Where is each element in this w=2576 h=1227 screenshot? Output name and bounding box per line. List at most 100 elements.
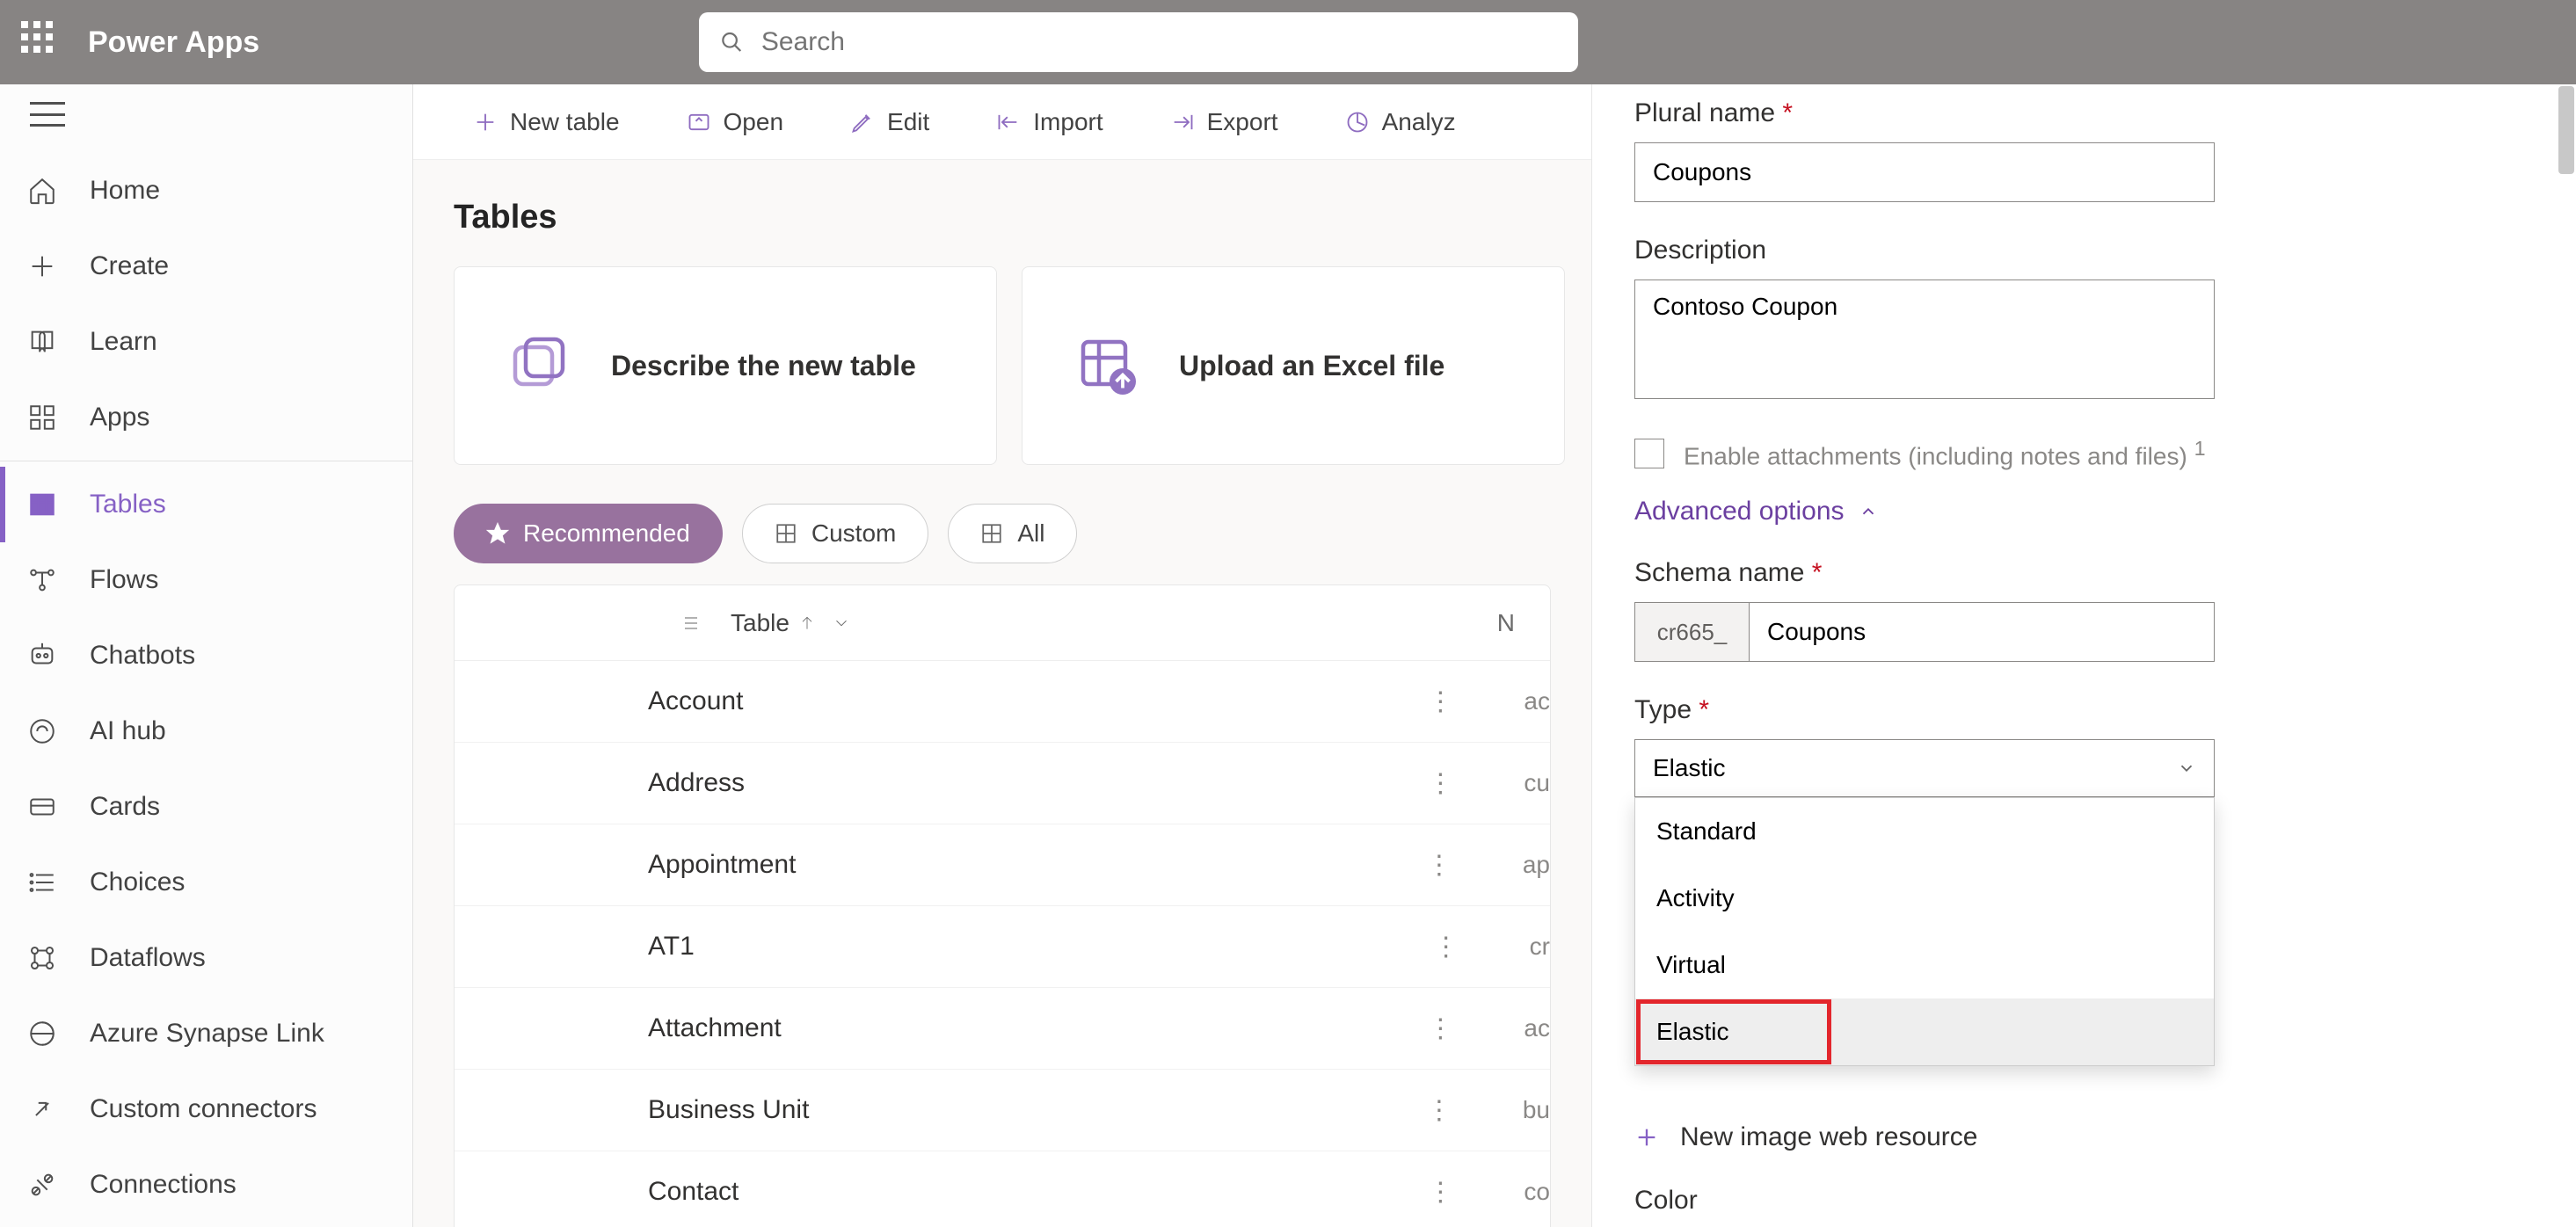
row-more-icon[interactable]: ⋮ [1433,932,1459,962]
sidebar-item-label: Dataflows [90,943,206,973]
import-icon [996,110,1021,134]
sidebar-item-label: Cards [90,792,160,822]
advanced-options-toggle[interactable]: Advanced options [1634,497,2534,526]
type-option-virtual[interactable]: Virtual [1635,932,2214,998]
row-more-icon[interactable]: ⋮ [1427,1013,1453,1044]
advanced-label: Advanced options [1634,497,1845,526]
dataflows-icon [26,942,58,974]
plural-name-input[interactable] [1634,142,2215,202]
pill-recommended[interactable]: Recommended [454,504,723,563]
search-input[interactable] [761,27,1557,57]
import-chevron[interactable] [1123,84,1151,159]
table-row[interactable]: AT1⋮cr [455,906,1550,988]
sidebar-item-connections[interactable]: Connections [0,1147,412,1223]
sidebar-item-label: Tables [90,490,166,519]
panel-scrollbar[interactable] [2558,86,2574,174]
sidebar-item-tables[interactable]: Tables [0,467,412,542]
export-chevron[interactable] [1298,84,1326,159]
new-table-chevron[interactable] [639,84,667,159]
row-name2: ac [1524,687,1550,715]
sort-asc-icon[interactable] [798,614,816,632]
sidebar-item-retention[interactable]: Retention Policies [0,1223,412,1227]
type-option-activity[interactable]: Activity [1635,865,2214,932]
sidebar-item-cards[interactable]: Cards [0,769,412,845]
row-more-icon[interactable]: ⋮ [1427,768,1453,799]
plural-name-label: Plural name [1634,98,2534,128]
row-more-icon[interactable]: ⋮ [1426,850,1452,881]
new-table-panel: Plural name Description Enable attachmen… [1591,84,2576,1227]
tables-grid: Table N Account⋮acAddress⋮cuAppointment⋮… [454,584,1551,1227]
col-name[interactable]: N [1497,609,1550,637]
sidebar-item-label: Azure Synapse Link [90,1019,324,1049]
type-dropdown: Standard Activity Virtual Elastic [1634,797,2215,1066]
row-more-icon[interactable]: ⋮ [1427,1177,1453,1208]
enable-attachments-checkbox[interactable]: Enable attachments (including notes and … [1634,437,2534,470]
plus-icon [26,250,58,282]
type-option-standard[interactable]: Standard [1635,798,2214,865]
upload-excel-card[interactable]: Upload an Excel file [1022,266,1565,465]
connections-icon [26,1169,58,1201]
analyze-button[interactable]: Analyz [1326,84,1475,159]
row-name: Contact [648,1177,739,1207]
schema-name-input[interactable] [1749,602,2215,662]
table-row[interactable]: Appointment⋮ap [455,824,1550,906]
pill-custom[interactable]: Custom [742,504,928,563]
description-input[interactable] [1634,280,2215,399]
sidebar-item-label: Home [90,176,160,206]
sidebar-item-dataflows[interactable]: Dataflows [0,920,412,996]
sidebar-item-create[interactable]: Create [0,229,412,304]
row-more-icon[interactable]: ⋮ [1427,686,1453,717]
apps-icon [26,402,58,433]
import-label: Import [1033,108,1102,136]
table-row[interactable]: Contact⋮co [455,1151,1550,1227]
open-chevron[interactable] [803,84,831,159]
new-image-resource-button[interactable]: New image web resource [1634,1122,2534,1152]
row-name: Attachment [648,1013,782,1043]
sidebar-item-connectors[interactable]: Custom connectors [0,1071,412,1147]
type-option-elastic[interactable]: Elastic [1635,998,2214,1065]
sidebar-item-label: Apps [90,403,149,432]
chevron-down-icon[interactable] [832,614,851,633]
edit-button[interactable]: Edit [831,84,949,159]
sidebar-item-choices[interactable]: Choices [0,845,412,920]
search-box[interactable] [699,12,1578,72]
sidebar-item-chatbots[interactable]: Chatbots [0,618,412,693]
description-label: Description [1634,236,2534,265]
sidebar-item-aihub[interactable]: AI hub [0,693,412,769]
table-row[interactable]: Account⋮ac [455,661,1550,743]
upload-icon [1075,334,1139,397]
waffle-icon[interactable] [21,21,63,63]
import-button[interactable]: Import [977,84,1122,159]
checkbox-label: Enable attachments (including notes and … [1684,437,2206,470]
chatbot-icon [26,640,58,672]
sidebar-item-learn[interactable]: Learn [0,304,412,380]
row-more-icon[interactable]: ⋮ [1426,1095,1452,1126]
sidebar-item-synapse[interactable]: Azure Synapse Link [0,996,412,1071]
col-table[interactable]: Table [731,609,790,637]
checkbox-box[interactable] [1634,439,1664,468]
table-row[interactable]: Attachment⋮ac [455,988,1550,1070]
export-button[interactable]: Export [1151,84,1298,159]
sidebar-item-apps[interactable]: Apps [0,380,412,455]
edit-chevron[interactable] [949,84,977,159]
row-name: Appointment [648,850,796,880]
table-row[interactable]: Address⋮cu [455,743,1550,824]
sidebar: Home Create Learn Apps Tables Flows Chat… [0,84,413,1227]
type-select[interactable]: Elastic [1634,739,2215,797]
describe-table-card[interactable]: Describe the new table [454,266,997,465]
open-button[interactable]: Open [667,84,804,159]
pill-all[interactable]: All [948,504,1077,563]
sidebar-item-flows[interactable]: Flows [0,542,412,618]
plus-icon [473,110,498,134]
type-value: Elastic [1653,754,1725,782]
app-title: Power Apps [88,25,259,60]
flows-icon [26,564,58,596]
open-label: Open [724,108,784,136]
page-title: Tables [454,199,1551,236]
sidebar-item-home[interactable]: Home [0,153,412,229]
new-table-button[interactable]: New table [454,84,639,159]
grid-icon [980,522,1003,545]
hamburger-icon[interactable] [30,102,65,127]
grid-header: Table N [455,585,1550,661]
table-row[interactable]: Business Unit⋮bu [455,1070,1550,1151]
